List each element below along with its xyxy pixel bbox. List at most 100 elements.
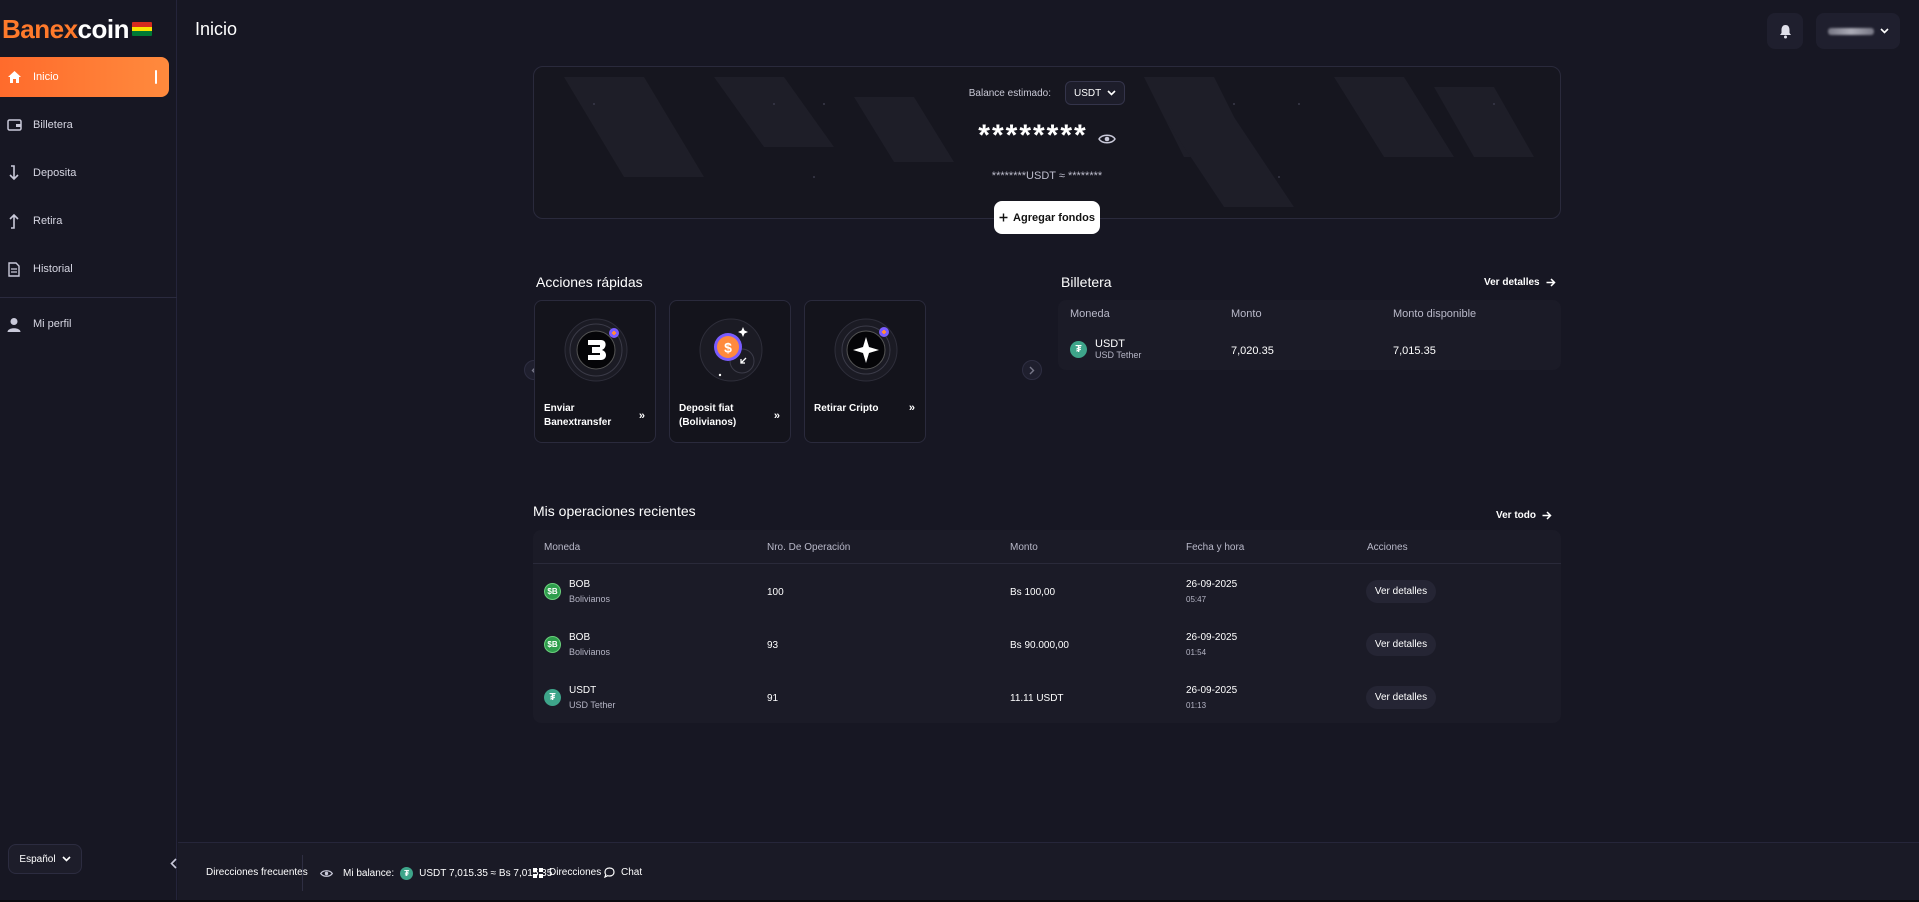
chevron-down-icon [61, 854, 71, 865]
column-header: Nro. De Operación [767, 542, 851, 553]
language-label: Español [19, 853, 56, 865]
coin-name: USD Tether [1095, 350, 1142, 361]
eye-icon[interactable] [1097, 133, 1116, 145]
language-selector[interactable]: Español [8, 844, 82, 874]
recent-ops-title: Mis operaciones recientes [533, 503, 696, 519]
quick-action-retirar-cripto[interactable]: Retirar Cripto » [804, 300, 926, 443]
chevron-right-icon [1029, 366, 1035, 374]
op-datetime: 26-09-2025 01:13 [1186, 685, 1237, 710]
home-icon [6, 69, 22, 85]
active-indicator [155, 70, 157, 84]
sidebar-item-label: Historial [33, 263, 73, 275]
table-row: $B BOB Bolivianos 93 Bs 90.000,00 26-09-… [533, 618, 1561, 671]
chevron-down-icon [1107, 90, 1116, 96]
column-header: Fecha y hora [1186, 542, 1245, 553]
coin-symbol: BOB [569, 579, 591, 590]
op-coin: ₮ USDT USD Tether [544, 685, 615, 710]
op-number: 91 [767, 693, 779, 704]
column-header: Monto disponible [1393, 308, 1477, 320]
chat-icon [604, 867, 615, 878]
view-details-button[interactable]: Ver detalles [1366, 580, 1436, 603]
view-all-link[interactable]: Ver todo [1496, 510, 1552, 521]
column-header: Acciones [1367, 542, 1408, 553]
bolivianos-icon: $B [544, 636, 561, 653]
sidebar-item-inicio[interactable]: Inicio [0, 57, 169, 97]
frequent-addresses-link[interactable]: Direcciones frecuentes [206, 867, 308, 878]
username-blurred [1827, 27, 1874, 35]
carousel-next-button[interactable] [1022, 360, 1042, 380]
quick-action-label: Deposit fiat (Bolivianos) [679, 403, 737, 428]
chat-link[interactable]: Chat [604, 867, 642, 878]
retirar-cripto-icon [834, 318, 898, 382]
frequent-addresses-label: Direcciones frecuentes [206, 867, 308, 878]
tether-icon: ₮ [400, 867, 414, 880]
footer-divider [302, 855, 303, 891]
view-details-button[interactable]: Ver detalles [1366, 633, 1436, 656]
bolivianos-icon: $B [544, 583, 561, 600]
tether-icon: ₮ [544, 689, 561, 706]
quick-action-deposit-fiat[interactable]: $ Deposit fiat (Bolivianos) » [669, 300, 791, 443]
double-chevron-right-icon: » [773, 410, 780, 422]
view-details-button[interactable]: Ver detalles [1366, 686, 1436, 709]
bell-icon [1779, 24, 1791, 38]
op-amount: 11.11 USDT [1010, 693, 1064, 704]
op-date: 26-09-2025 [1186, 685, 1238, 696]
coin-name: Bolivianos [569, 594, 611, 604]
sidebar-item-label: Retira [33, 215, 63, 227]
balance-card: Balance estimado: USDT ******** ********… [533, 66, 1561, 219]
op-time: 01:54 [1186, 648, 1207, 657]
chevron-down-icon [1879, 28, 1889, 34]
add-funds-label: Agregar fondos [1013, 211, 1095, 224]
arrow-right-icon [1542, 511, 1552, 520]
sidebar-item-mi-perfil[interactable]: Mi perfil [0, 304, 169, 344]
sidebar-item-retira[interactable]: Retira [0, 201, 169, 241]
page-title: Inicio [195, 19, 238, 39]
coin-name: Bolivianos [569, 647, 611, 657]
currency-selector[interactable]: USDT [1065, 81, 1126, 105]
op-datetime: 26-09-2025 05:47 [1186, 579, 1237, 604]
sidebar-item-label: Billetera [33, 119, 73, 131]
svg-text:$: $ [724, 340, 732, 356]
brand-name-white: coin [77, 13, 130, 44]
wallet-details-label: Ver detalles [1484, 277, 1540, 288]
eye-icon[interactable] [320, 869, 333, 878]
wallet-details-link[interactable]: Ver detalles [1484, 277, 1556, 288]
coin-name: USD Tether [569, 700, 616, 710]
recent-ops-table: Moneda Nro. De Operación Monto Fecha y h… [533, 530, 1561, 723]
wallet-icon [6, 117, 22, 133]
quick-action-banextransfer[interactable]: Enviar Banextransfer » [534, 300, 656, 443]
op-number: 100 [767, 587, 784, 598]
column-header: Moneda [1070, 308, 1110, 320]
coin-symbol: USDT [569, 685, 597, 696]
brand-logo[interactable]: Banexcoin [2, 14, 152, 44]
document-icon [6, 261, 22, 277]
sidebar-item-billetera[interactable]: Billetera [0, 105, 169, 145]
op-date: 26-09-2025 [1186, 579, 1238, 590]
user-icon [6, 316, 22, 332]
wallet-available: 7,015.35 [1393, 345, 1436, 357]
sidebar-item-deposita[interactable]: Deposita [0, 153, 169, 193]
sidebar-divider [0, 297, 177, 298]
op-coin: $B BOB Bolivianos [544, 579, 610, 604]
user-menu-button[interactable] [1816, 13, 1900, 49]
sidebar: Banexcoin Inicio Billetera Deposita Reti… [0, 0, 177, 900]
op-time: 05:47 [1186, 595, 1207, 604]
currency-value: USDT [1074, 87, 1102, 99]
balance-conversion: ********USDT ≈ ******** [991, 170, 1103, 182]
op-time: 01:13 [1186, 701, 1207, 710]
table-row: ₮ USDT USD Tether 91 11.11 USDT 26-09-20… [533, 671, 1561, 724]
sidebar-item-historial[interactable]: Historial [0, 249, 169, 289]
directions-link[interactable]: Direcciones [533, 867, 601, 878]
column-header: Monto [1231, 308, 1262, 320]
notifications-button[interactable] [1767, 13, 1803, 49]
add-funds-button[interactable]: Agregar fondos [994, 201, 1100, 234]
balance-header: Balance estimado: USDT [534, 81, 1560, 105]
app-window: Banexcoin Inicio Billetera Deposita Reti… [0, 0, 1919, 900]
op-datetime: 26-09-2025 01:54 [1186, 632, 1237, 657]
chat-label: Chat [621, 867, 643, 878]
arrow-down-icon [6, 165, 22, 181]
column-header: Moneda [544, 542, 581, 553]
tether-icon: ₮ [1070, 340, 1087, 358]
balance-amount: ******** [978, 119, 1088, 152]
arrow-up-icon [6, 213, 22, 229]
